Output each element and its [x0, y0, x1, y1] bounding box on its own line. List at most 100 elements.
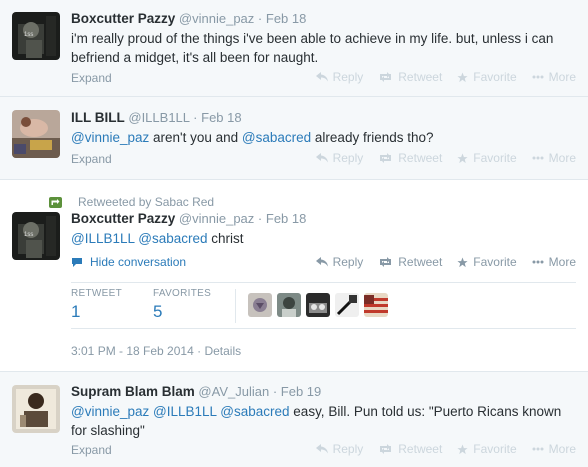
retweet-button[interactable]: Retweet	[378, 151, 442, 165]
tweet-2[interactable]: ILL BILL @ILLB1LL · Feb 18 @vinnie_paz a…	[0, 97, 588, 180]
reply-icon	[315, 444, 328, 454]
username[interactable]: @AV_Julian	[198, 384, 269, 399]
retweet-badge-icon	[49, 196, 62, 208]
reply-button[interactable]: Reply	[315, 151, 364, 165]
more-dots-icon	[532, 260, 544, 264]
favorite-button[interactable]: Favorite	[457, 255, 517, 269]
tweet-date[interactable]: Feb 18	[266, 211, 306, 226]
tweet-date[interactable]: Feb 18	[201, 110, 241, 125]
reply-button[interactable]: Reply	[315, 255, 364, 269]
expand-link[interactable]: Expand	[71, 71, 112, 85]
hide-conversation-label: Hide conversation	[90, 255, 187, 269]
more-label: More	[548, 442, 576, 456]
timestamp-value[interactable]: 3:01 PM - 18 Feb 2014	[71, 344, 194, 358]
favorites-stat[interactable]: FAVORITES 5	[153, 288, 211, 322]
tweet-header: Supram Blam Blam @AV_Julian · Feb 19	[71, 383, 578, 401]
mention-link[interactable]: @vinnie_paz	[71, 130, 149, 145]
star-icon	[457, 71, 468, 82]
tweet-text: i'm really proud of the things i've been…	[71, 31, 554, 65]
reply-label: Reply	[332, 151, 364, 165]
favorite-label: Favorite	[473, 151, 517, 165]
mention-link[interactable]: @sabacred	[138, 231, 207, 246]
favorite-label: Favorite	[473, 442, 517, 456]
more-button[interactable]: More	[532, 151, 576, 165]
favoriter-avatar[interactable]	[306, 293, 330, 317]
details-link[interactable]: Details	[204, 344, 241, 358]
reply-label: Reply	[332, 442, 364, 456]
tweet-header: Boxcutter Pazzy @vinnie_paz · Feb 18	[71, 10, 578, 28]
display-name[interactable]: ILL BILL	[71, 110, 125, 125]
favoriter-avatar[interactable]	[248, 293, 272, 317]
mention-link[interactable]: @ILLB1LL	[153, 404, 217, 419]
expand-link[interactable]: Expand	[71, 152, 112, 166]
avatar[interactable]: 1ss	[12, 212, 60, 260]
tweet-text: @ILLB1LL @sabacred christ	[71, 229, 578, 248]
more-dots-icon	[532, 447, 544, 451]
star-icon	[457, 256, 468, 267]
tweet-stats: RETWEET 1 FAVORITES 5	[71, 282, 576, 329]
retweet-button[interactable]: Retweet	[378, 442, 442, 456]
more-dots-icon	[532, 75, 544, 79]
separator: ·	[272, 384, 278, 399]
hide-conversation-link[interactable]: Hide conversation	[71, 255, 186, 269]
retweet-label: Retweet	[398, 151, 443, 165]
favoriter-avatar[interactable]	[277, 293, 301, 317]
more-button[interactable]: More	[532, 442, 576, 456]
reply-label: Reply	[332, 70, 364, 84]
avatar[interactable]	[12, 110, 60, 158]
retweet-stat[interactable]: RETWEET 1	[71, 288, 122, 322]
retweeted-by-label[interactable]: Retweeted by Sabac Red	[78, 195, 214, 209]
retweet-icon	[380, 72, 392, 82]
mention-link[interactable]: @vinnie_paz	[71, 404, 149, 419]
username[interactable]: @vinnie_paz	[179, 211, 254, 226]
retweet-label: Retweet	[398, 442, 443, 456]
more-label: More	[548, 151, 576, 165]
mention-link[interactable]: @sabacred	[220, 404, 289, 419]
tweet-date[interactable]: Feb 19	[281, 384, 321, 399]
retweet-context: Retweeted by Sabac Red	[49, 195, 214, 209]
more-button[interactable]: More	[532, 255, 576, 269]
retweet-label: Retweet	[398, 255, 443, 269]
display-name[interactable]: Boxcutter Pazzy	[71, 11, 175, 26]
username[interactable]: @ILLB1LL	[128, 110, 189, 125]
tweet-4[interactable]: Supram Blam Blam @AV_Julian · Feb 19 @vi…	[0, 372, 588, 467]
mention-link[interactable]: @sabacred	[242, 130, 311, 145]
separator: ·	[257, 211, 263, 226]
username[interactable]: @vinnie_paz	[179, 11, 254, 26]
tweet-actions: Reply Retweet Favorite More	[301, 70, 576, 84]
svg-text:1ss: 1ss	[24, 32, 33, 38]
favoriter-avatar[interactable]	[335, 293, 359, 317]
expand-link[interactable]: Expand	[71, 443, 112, 457]
star-icon	[457, 443, 468, 454]
reply-button[interactable]: Reply	[315, 70, 364, 84]
favoriter-avatar[interactable]	[364, 293, 388, 317]
retweet-button[interactable]: Retweet	[378, 70, 442, 84]
favorite-button[interactable]: Favorite	[457, 442, 517, 456]
reply-label: Reply	[332, 255, 364, 269]
tweet-actions: Reply Retweet Favorite More	[301, 442, 576, 456]
reply-button[interactable]: Reply	[315, 442, 364, 456]
favorites-count-label: FAVORITES	[153, 288, 212, 299]
display-name[interactable]: Supram Blam Blam	[71, 384, 195, 399]
svg-text:1ss: 1ss	[24, 232, 33, 238]
avatar[interactable]: 1ss	[12, 12, 60, 60]
tweet-text-part: already friends tho?	[311, 130, 434, 145]
mention-link[interactable]: @ILLB1LL	[71, 231, 135, 246]
tweet-text: @vinnie_paz @ILLB1LL @sabacred easy, Bil…	[71, 402, 578, 440]
more-button[interactable]: More	[532, 70, 576, 84]
retweet-button[interactable]: Retweet	[378, 255, 442, 269]
retweet-icon	[380, 153, 392, 163]
tweet-text-part: aren't you and	[149, 130, 242, 145]
retweet-icon	[380, 444, 392, 454]
reply-icon	[315, 257, 328, 267]
separator: ·	[197, 344, 202, 358]
separator: ·	[257, 11, 263, 26]
tweet-date[interactable]: Feb 18	[266, 11, 306, 26]
tweet-1[interactable]: 1ss Boxcutter Pazzy @vinnie_paz · Feb 18…	[0, 0, 588, 97]
avatar[interactable]	[12, 385, 60, 433]
favorite-button[interactable]: Favorite	[457, 151, 517, 165]
favorite-button[interactable]: Favorite	[457, 70, 517, 84]
tweet-text-part: christ	[207, 231, 244, 246]
retweet-count-label: RETWEET	[71, 288, 122, 299]
display-name[interactable]: Boxcutter Pazzy	[71, 211, 175, 226]
